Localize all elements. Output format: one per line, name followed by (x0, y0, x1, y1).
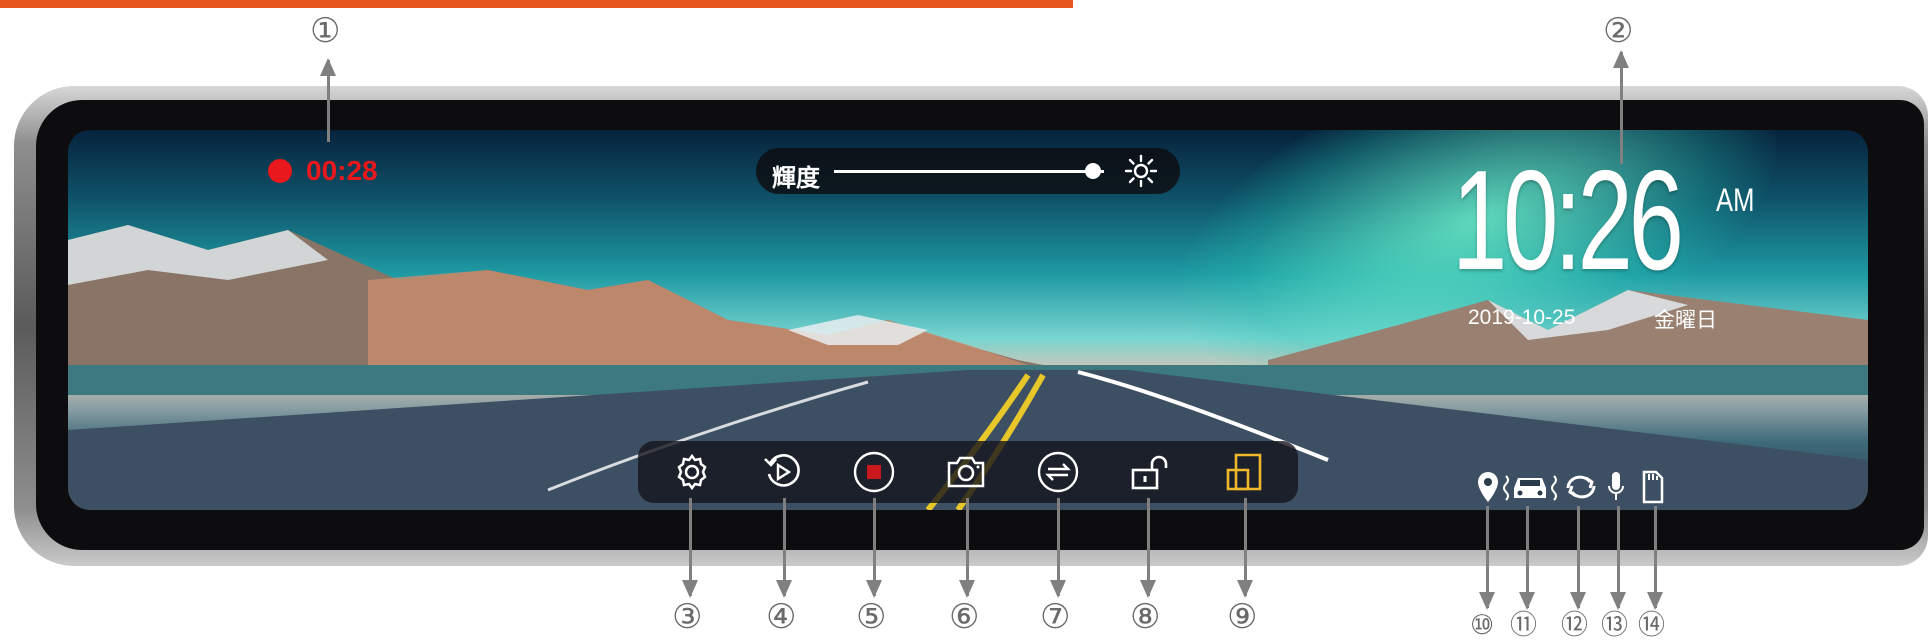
callout-10: ⑩ (1470, 610, 1494, 641)
callout-arrow-4 (776, 498, 792, 598)
brightness-sun-icon (1124, 154, 1158, 188)
sd-card-icon (1642, 470, 1664, 504)
callout-arrow-13 (1610, 506, 1626, 610)
top-accent-bar (0, 0, 1073, 8)
callout-arrow-5 (866, 498, 882, 598)
callout-8: ⑧ (1130, 597, 1161, 637)
gps-icon (1478, 472, 1498, 502)
clock-time: 10:26 (1452, 141, 1684, 300)
callout-arrow-3 (682, 498, 698, 598)
callout-11: ⑪ (1510, 610, 1537, 641)
callout-arrow-8 (1140, 498, 1156, 598)
brightness-slider-track[interactable] (834, 170, 1104, 173)
callout-13: ⑬ (1601, 610, 1628, 641)
callout-arrow-7 (1050, 498, 1066, 598)
playback-icon[interactable] (760, 450, 804, 494)
callout-2: ② (1603, 11, 1634, 51)
clock-date: 2019-10-25 (1468, 306, 1576, 329)
callout-arrow-11 (1519, 506, 1535, 610)
callout-5: ⑤ (856, 597, 887, 637)
clock-weekday: 金曜日 (1654, 308, 1717, 332)
unlock-icon[interactable] (1128, 450, 1172, 494)
recording-elapsed-time: 00:28 (306, 155, 378, 186)
callout-12: ⑫ (1561, 610, 1588, 641)
callout-arrow-2 (1613, 50, 1629, 164)
callout-arrow-10 (1479, 506, 1495, 610)
microphone-icon (1608, 472, 1624, 500)
parking-monitor-icon (1503, 475, 1557, 501)
callout-6: ⑥ (949, 597, 980, 637)
callout-4: ④ (766, 597, 797, 637)
callout-1: ① (310, 11, 341, 51)
loop-recording-icon (1566, 475, 1596, 499)
callout-arrow-12 (1570, 506, 1586, 610)
switch-camera-icon[interactable] (1036, 450, 1080, 494)
clock-ampm: AM (1716, 182, 1755, 218)
callout-arrow-9 (1237, 498, 1253, 598)
settings-gear-icon[interactable] (670, 450, 714, 494)
callout-9: ⑨ (1227, 597, 1258, 637)
camera-icon[interactable] (944, 450, 988, 494)
brightness-slider-thumb[interactable] (1085, 163, 1102, 179)
recording-indicator: 00:28 (268, 155, 378, 187)
callout-14: ⑭ (1638, 610, 1665, 641)
callout-arrow-1 (320, 58, 336, 142)
control-toolbar (638, 441, 1298, 503)
callout-arrow-14 (1647, 506, 1663, 610)
callout-arrow-6 (959, 498, 975, 598)
callout-3: ③ (672, 597, 703, 637)
recording-dot-icon (268, 159, 292, 183)
record-stop-icon[interactable] (852, 450, 896, 494)
split-screen-icon[interactable] (1222, 450, 1266, 494)
callout-7: ⑦ (1040, 597, 1071, 637)
brightness-control: 輝度 (756, 148, 1180, 194)
brightness-label: 輝度 (772, 164, 820, 192)
